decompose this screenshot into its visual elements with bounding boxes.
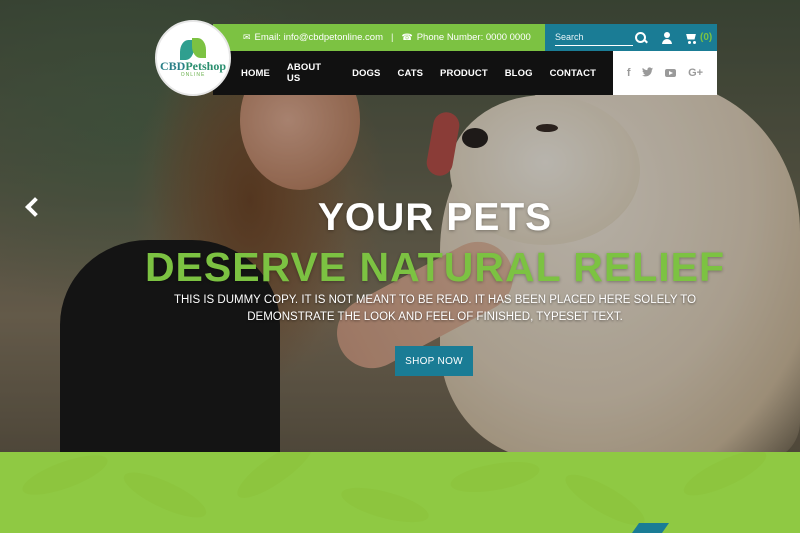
- email-text[interactable]: Email: info@cbdpetonline.com: [255, 32, 383, 43]
- logo-leaf-icon: [176, 38, 210, 60]
- nav-item-dogs[interactable]: DOGS: [352, 68, 380, 79]
- green-leaf-section: [0, 452, 800, 533]
- logo-line1: CBD: [159, 59, 186, 73]
- twitter-icon[interactable]: [642, 66, 654, 80]
- site-logo[interactable]: CBDPetshop ONLINE: [155, 20, 231, 96]
- cart-icon[interactable]: [685, 32, 698, 44]
- slider-prev-arrow-icon[interactable]: [22, 196, 40, 218]
- envelope-icon: ✉: [243, 32, 251, 42]
- contact-bar: ✉ Email: info@cbdpetonline.com | ☎ Phone…: [213, 24, 545, 51]
- logo-text: CBDPetshop: [159, 59, 226, 73]
- nav-item-product[interactable]: PRODUCT: [440, 68, 488, 79]
- nav-item-home[interactable]: HOME: [241, 68, 270, 79]
- leaf-decoration: [118, 464, 212, 526]
- leaf-decoration: [448, 456, 542, 498]
- phone-icon: ☎: [401, 32, 413, 42]
- search-input[interactable]: [555, 29, 633, 46]
- phone-text[interactable]: Phone Number: 0000 0000: [417, 32, 531, 43]
- facebook-icon[interactable]: f: [627, 67, 631, 79]
- cart-count[interactable]: (0): [700, 32, 712, 43]
- leaf-decoration: [559, 466, 651, 533]
- google-plus-icon[interactable]: G+: [688, 67, 703, 79]
- social-links: f G+: [613, 51, 717, 95]
- nav-item-cats[interactable]: CATS: [397, 68, 423, 79]
- nav-item-blog[interactable]: BLOG: [505, 68, 533, 79]
- hero-headline-secondary: DESERVE NATURAL RELIEF: [144, 244, 726, 290]
- hero-subcopy: THIS IS DUMMY COPY. IT IS NOT MEANT TO B…: [173, 294, 697, 323]
- leaf-decoration: [678, 452, 772, 504]
- nav-item-contact[interactable]: CONTACT: [550, 68, 596, 79]
- search-bar: (0): [545, 24, 717, 51]
- contact-separator: |: [391, 32, 394, 43]
- leaf-decoration: [230, 452, 320, 507]
- leaf-decoration: [18, 452, 112, 503]
- shop-now-button[interactable]: SHOP NOW: [395, 346, 473, 376]
- search-icon[interactable]: [635, 31, 647, 44]
- logo-line2: Petshop: [185, 59, 226, 73]
- main-nav: HOME ABOUT US DOGS CATS PRODUCT BLOG CON…: [213, 51, 613, 95]
- user-icon[interactable]: [661, 31, 673, 44]
- youtube-icon[interactable]: [665, 69, 677, 77]
- nav-item-about-us[interactable]: ABOUT US: [287, 62, 335, 84]
- leaf-decoration: [338, 480, 432, 530]
- hero-headline-primary: YOUR PETS: [317, 196, 553, 239]
- logo-subtitle: ONLINE: [180, 72, 206, 78]
